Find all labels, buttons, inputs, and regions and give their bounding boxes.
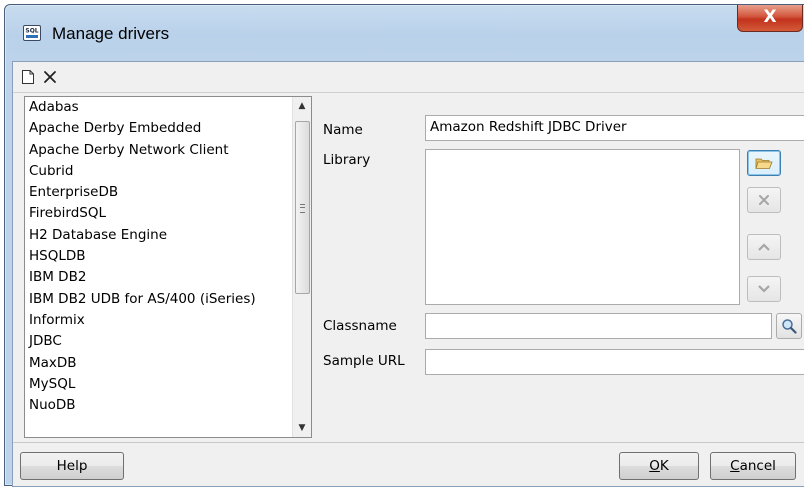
driver-list-item[interactable]: IBM DB2 UDB for AS/400 (iSeries): [25, 289, 293, 310]
cancel-label-rest: ancel: [739, 458, 776, 474]
scroll-down-arrow-icon[interactable]: ▼: [293, 419, 311, 437]
move-down-button[interactable]: [747, 276, 781, 302]
cancel-button[interactable]: Cancel: [710, 452, 796, 480]
scroll-grip-icon: [300, 204, 305, 213]
driver-list-item[interactable]: JDBC: [25, 331, 293, 352]
footer-divider: [13, 442, 804, 443]
driver-list-item[interactable]: MySQL: [25, 374, 293, 395]
classname-label: Classname: [323, 318, 397, 334]
find-classname-button[interactable]: [776, 313, 802, 339]
ok-label-rest: K: [659, 458, 669, 474]
sample-url-label: Sample URL: [323, 353, 405, 369]
driver-list-item[interactable]: Informix: [25, 310, 293, 331]
driver-list-scrollbar[interactable]: ▲ ▼: [292, 97, 311, 437]
add-library-button[interactable]: [747, 150, 781, 176]
delete-driver-button[interactable]: [39, 66, 61, 88]
driver-list-item[interactable]: Cubrid: [25, 161, 293, 182]
driver-list[interactable]: Adabas Apache Derby Embedded Apache Derby …: [24, 96, 312, 438]
name-input[interactable]: Amazon Redshift JDBC Driver: [425, 115, 804, 141]
scroll-up-arrow-icon[interactable]: ▲: [293, 97, 311, 115]
driver-list-item[interactable]: MaxDB: [25, 353, 293, 374]
driver-list-item[interactable]: Adabas: [25, 97, 293, 118]
dialog-content: Adabas Apache Derby Embedded Apache Derby …: [12, 61, 804, 487]
name-label: Name: [323, 122, 363, 138]
sql-app-icon: SQL: [23, 25, 41, 41]
close-button[interactable]: X: [737, 5, 803, 32]
chevron-down-icon: [758, 285, 770, 293]
move-up-button[interactable]: [747, 234, 781, 260]
sample-url-input[interactable]: [425, 349, 804, 375]
close-icon: X: [763, 7, 777, 27]
magnifier-icon: [782, 319, 797, 334]
classname-input[interactable]: [425, 313, 772, 339]
cancel-mnemonic: C: [730, 458, 740, 474]
help-button[interactable]: Help: [20, 452, 124, 480]
window-title: Manage drivers: [52, 24, 170, 43]
driver-list-item[interactable]: NuoDB: [25, 395, 293, 416]
title-bar[interactable]: SQL Manage drivers X: [5, 5, 804, 61]
open-folder-icon: [755, 158, 773, 169]
driver-list-item[interactable]: EnterpriseDB: [25, 182, 293, 203]
chevron-up-icon: [758, 243, 770, 251]
driver-list-items: Adabas Apache Derby Embedded Apache Derby …: [25, 97, 293, 416]
library-list[interactable]: [425, 149, 740, 305]
svg-text:SQL: SQL: [25, 28, 38, 35]
new-document-icon: [22, 70, 34, 84]
driver-list-item[interactable]: H2 Database Engine: [25, 225, 293, 246]
driver-list-item[interactable]: Apache Derby Network Client: [25, 140, 293, 161]
driver-list-item[interactable]: IBM DB2: [25, 267, 293, 288]
toolbar: [13, 62, 804, 93]
driver-list-item[interactable]: HSQLDB: [25, 246, 293, 267]
ok-mnemonic: O: [649, 458, 660, 474]
remove-library-button[interactable]: [747, 187, 781, 213]
dialog-window: SQL Manage drivers X Adabas Apache Derby …: [4, 4, 804, 487]
driver-list-item[interactable]: Apache Derby Embedded: [25, 118, 293, 139]
library-label: Library: [323, 152, 371, 168]
help-button-label: Help: [56, 458, 88, 474]
scroll-thumb[interactable]: [295, 121, 310, 294]
delete-x-icon: [44, 71, 56, 83]
remove-x-icon: [759, 195, 769, 205]
ok-button[interactable]: OK: [619, 452, 699, 480]
new-driver-button[interactable]: [17, 66, 39, 88]
driver-list-item[interactable]: FirebirdSQL: [25, 203, 293, 224]
